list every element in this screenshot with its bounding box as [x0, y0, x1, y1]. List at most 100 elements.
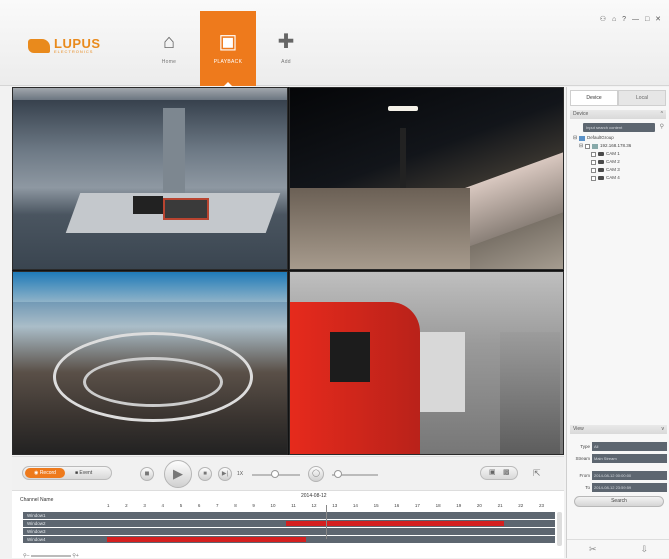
tab-device[interactable]: Device	[570, 90, 618, 106]
recording-segment[interactable]	[285, 521, 505, 526]
tree-item-device[interactable]: ⊟ 192.168.178.36	[573, 142, 669, 150]
checkbox[interactable]	[591, 151, 596, 157]
brand-logo: LUPUS ELECTRONICS	[28, 37, 101, 54]
hour-tick-label: 2	[125, 503, 128, 508]
video-tile-2[interactable]	[289, 87, 564, 270]
checkbox[interactable]	[591, 175, 596, 181]
stop-button[interactable]: ■	[198, 467, 212, 481]
search-icon[interactable]: ⚲	[660, 123, 664, 132]
camera-label: CAM 3	[606, 167, 620, 172]
pillar-shape	[163, 108, 185, 198]
play-icon: ▶	[173, 466, 183, 481]
speed-slider-knob[interactable]	[271, 470, 279, 478]
zoom-slider[interactable]	[30, 554, 71, 557]
camera-snapshot-icon[interactable]: ▣	[489, 467, 496, 479]
clip-icon[interactable]: ▩	[503, 467, 510, 479]
stream-field-row: Stream Main Stream	[570, 454, 667, 463]
cut-icon[interactable]: ✂	[589, 544, 597, 555]
to-field-row: To 2014-08-12 23:59:59	[570, 483, 667, 492]
tree-device-label: 192.168.178.36	[600, 143, 632, 148]
video-tile-4[interactable]	[289, 271, 564, 455]
channel-name: Window3	[27, 529, 46, 534]
light-shape	[388, 106, 418, 111]
volume-icon: ◯	[312, 470, 320, 477]
skylight-shape	[13, 272, 287, 302]
camera-icon	[598, 168, 604, 172]
panel-tabs: Device Local	[570, 90, 666, 106]
video-tile-3[interactable]	[12, 271, 288, 455]
record-label: Record	[39, 470, 56, 476]
hour-tick-label: 17	[414, 503, 420, 508]
recording-segment[interactable]	[107, 537, 306, 542]
to-datetime-input[interactable]: 2014-08-12 23:59:59	[592, 483, 667, 492]
escalator-shape	[500, 332, 560, 454]
chevron-down-icon: v	[661, 426, 665, 432]
checkbox[interactable]	[585, 143, 590, 149]
timeline-date: 2014-08-12	[301, 493, 327, 499]
step-forward-button[interactable]: ▶|	[218, 467, 232, 481]
tree-item-camera[interactable]: CAM 2	[573, 158, 669, 166]
event-button[interactable]: ■ Event	[75, 467, 92, 479]
device-section-header[interactable]: Device ^	[570, 110, 666, 119]
atrium-ring-shape	[83, 357, 223, 407]
device-tree: ⊟ DefaultGroup ⊟ 192.168.178.36 CAM 1 CA…	[573, 134, 669, 182]
tree-item-camera[interactable]: CAM 1	[573, 150, 669, 158]
collapse-icon[interactable]: ⊟	[573, 134, 578, 142]
nav-add-button[interactable]: ✚ Add	[258, 11, 314, 86]
nav-playback-label: PLAYBACK	[213, 59, 243, 65]
timeline-channel-row[interactable]: Window4	[23, 536, 555, 543]
from-field-row: From 2014-08-12 00:00:00	[570, 471, 667, 480]
record-button[interactable]: ◉ Record	[25, 468, 65, 478]
type-field-row: Type All	[570, 442, 667, 451]
channel-name: Window4	[27, 537, 46, 542]
timeline-channel-row[interactable]: Window2	[23, 520, 555, 527]
tree-item-camera[interactable]: CAM 4	[573, 174, 669, 182]
tree-group-label: DefaultGroup	[587, 135, 614, 140]
from-datetime-input[interactable]: 2014-08-12 00:00:00	[592, 471, 667, 480]
device-search-placeholder: Input search content	[586, 125, 623, 130]
stream-select[interactable]: Main Stream	[592, 454, 667, 463]
timeline-channel-row[interactable]: Window3	[23, 528, 555, 535]
hour-tick-label: 22	[518, 503, 524, 508]
tree-item-camera[interactable]: CAM 3	[573, 166, 669, 174]
fullscreen-icon[interactable]: ⇱	[533, 468, 541, 479]
zoom-in-icon[interactable]: ⚲+	[72, 553, 79, 559]
timeline-rows[interactable]: Window1 Window2 Window3 Window4	[23, 512, 555, 544]
timeline-cursor[interactable]	[325, 505, 327, 539]
tree-item-group[interactable]: ⊟ DefaultGroup	[573, 134, 669, 142]
camera-label: CAM 2	[606, 159, 620, 164]
stop-icon: ◼	[144, 471, 150, 477]
ceiling-lights	[13, 88, 287, 100]
download-icon[interactable]: ⇩	[640, 544, 648, 555]
video-tile-1[interactable]	[12, 87, 288, 270]
play-button[interactable]: ▶	[164, 460, 192, 488]
checkbox[interactable]	[591, 159, 596, 165]
panel-footer: ✂ ⇩	[567, 539, 669, 558]
volume-slider-knob[interactable]	[334, 470, 342, 478]
window-controls[interactable]: ⚇ ⌂ ? — □ ✕	[600, 15, 663, 23]
timeline-scrollbar[interactable]	[557, 512, 562, 546]
channel-name: Window1	[27, 513, 46, 518]
hour-tick-label: 11	[291, 503, 296, 508]
tab-local[interactable]: Local	[618, 90, 666, 106]
volume-button[interactable]: ◯	[308, 466, 324, 482]
train-door-shape	[330, 332, 370, 382]
camera-icon	[598, 152, 604, 156]
stop-all-button[interactable]: ◼	[140, 467, 154, 481]
hour-tick-label: 8	[234, 503, 237, 508]
zoom-out-icon[interactable]: ⚲–	[23, 553, 29, 559]
view-section-header[interactable]: View v	[570, 425, 667, 434]
collapse-icon[interactable]: ⊟	[579, 142, 584, 150]
chevron-up-icon: ^	[660, 111, 663, 117]
view-section: View v Type All Stream Main Stream From …	[570, 425, 667, 507]
checkbox[interactable]	[591, 167, 596, 173]
timeline-channel-row[interactable]: Window1	[23, 512, 555, 519]
nav-playback-button[interactable]: ▣ PLAYBACK	[200, 11, 256, 87]
nav-home-button[interactable]: ⌂ Home	[141, 11, 197, 86]
search-button[interactable]: Search	[574, 496, 664, 507]
device-search-input[interactable]: Input search content ⚲	[583, 123, 664, 132]
type-select[interactable]: All	[592, 442, 667, 451]
camera-label: CAM 1	[606, 151, 620, 156]
clapperboard-icon: ▣	[218, 31, 238, 53]
zoom-controls[interactable]: ⚲– ⚲+	[23, 553, 79, 559]
